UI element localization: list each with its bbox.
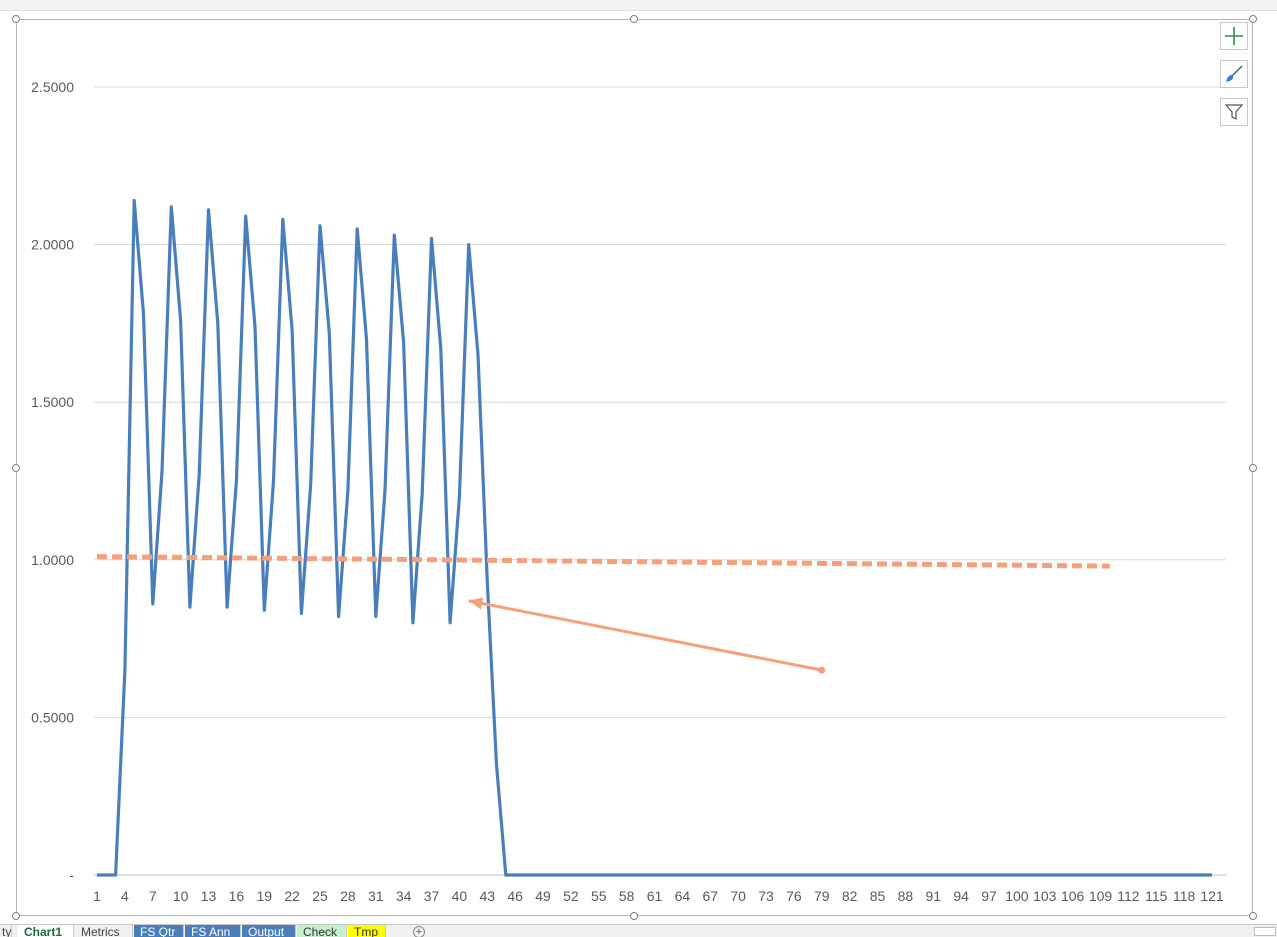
resize-handle-bottom-left[interactable]	[12, 912, 20, 920]
x-tick-label-24: 73	[758, 888, 774, 904]
chart-styles-brush-icon	[1226, 65, 1243, 82]
sheet-tab-check[interactable]: Check	[297, 925, 347, 937]
x-axis-tick-labels: 1 4 7 10 13 16 19 22 25 28 31 34 37 40 43 46 49 52 55 58 61 6…	[93, 888, 1224, 904]
sheet-tab-metrics[interactable]: Metrics	[75, 925, 133, 937]
x-tick-label-16: 49	[535, 888, 551, 904]
x-tick-label-30: 91	[925, 888, 941, 904]
x-tick-label-4: 13	[201, 888, 217, 904]
x-tick-label-37: 112	[1117, 888, 1140, 904]
y-tick-label-5: 2.5000	[31, 79, 74, 95]
sheet-tab-output[interactable]: Output	[242, 925, 296, 937]
x-tick-label-3: 10	[173, 888, 189, 904]
x-tick-label-18: 55	[591, 888, 607, 904]
horizontal-scroll-button[interactable]	[1254, 927, 1276, 936]
sheet-tab-tmp[interactable]: Tmp	[348, 925, 386, 937]
x-tick-label-29: 88	[898, 888, 914, 904]
annotation-arrow-0	[468, 599, 823, 672]
series-line-1	[96, 554, 1110, 569]
x-tick-label-13: 40	[452, 888, 468, 904]
sheet-tab-bar: ty Chart1 Metrics FS Qtr FS Ann Output C…	[0, 924, 1277, 937]
x-tick-label-15: 46	[507, 888, 523, 904]
chart-styles-button[interactable]	[1220, 60, 1248, 88]
y-tick-label-4: 2.0000	[31, 237, 74, 253]
sheet-tab-0[interactable]: ty	[0, 925, 12, 937]
x-tick-label-25: 76	[786, 888, 802, 904]
x-tick-label-31: 94	[953, 888, 969, 904]
x-tick-label-19: 58	[619, 888, 635, 904]
x-tick-label-20: 61	[647, 888, 663, 904]
x-tick-label-2: 7	[149, 888, 157, 904]
y-tick-label-1: 0.5000	[31, 709, 74, 725]
y-tick-label-3: 1.5000	[31, 394, 74, 410]
x-tick-label-22: 67	[702, 888, 718, 904]
annotation-arrow-tail-0	[818, 666, 826, 674]
y-tick-label-0: -	[69, 867, 74, 883]
x-tick-label-12: 37	[424, 888, 440, 904]
x-tick-label-23: 70	[730, 888, 746, 904]
annotations	[468, 597, 826, 674]
x-tick-label-39: 118	[1173, 888, 1196, 904]
x-tick-label-6: 19	[256, 888, 272, 904]
x-tick-label-5: 16	[229, 888, 245, 904]
x-tick-label-0: 1	[93, 888, 101, 904]
y-axis-tick-labels: - 0.5000 1.0000 1.5000 2.0000 2.5000	[31, 79, 74, 883]
add-sheet-icon[interactable]: +	[413, 926, 425, 937]
y-tick-label-2: 1.0000	[31, 552, 74, 568]
x-tick-label-1: 4	[121, 888, 129, 904]
x-tick-label-11: 34	[396, 888, 412, 904]
x-tick-label-36: 109	[1089, 888, 1113, 904]
series-line-0	[97, 198, 1212, 877]
x-tick-label-35: 106	[1061, 888, 1085, 904]
x-tick-label-33: 100	[1005, 888, 1029, 904]
chart-elements-button[interactable]	[1220, 22, 1248, 50]
resize-handle-top-left[interactable]	[12, 15, 20, 23]
x-tick-label-21: 64	[675, 888, 691, 904]
annotation-arrowhead-0	[468, 597, 484, 610]
line-chart: -0.50001.00001.50002.00002.5000 1 4 7 10 13 1…	[31, 79, 1226, 904]
x-tick-label-27: 82	[842, 888, 858, 904]
x-tick-label-40: 121	[1200, 888, 1224, 904]
chart-elements-icon	[1225, 27, 1243, 45]
x-tick-label-34: 103	[1033, 888, 1057, 904]
x-tick-label-7: 22	[284, 888, 300, 904]
series-lines	[96, 198, 1212, 877]
x-tick-label-26: 79	[814, 888, 830, 904]
x-tick-label-28: 85	[870, 888, 886, 904]
gridlines	[94, 86, 1226, 876]
chart-filters-button[interactable]	[1220, 98, 1248, 126]
x-tick-label-9: 28	[340, 888, 356, 904]
resize-handle-top-right[interactable]	[1249, 15, 1257, 23]
resize-handle-bottom-center[interactable]	[630, 912, 638, 920]
x-tick-label-8: 25	[312, 888, 328, 904]
x-tick-label-14: 43	[479, 888, 495, 904]
chart-filters-funnel-icon	[1224, 104, 1244, 120]
x-tick-label-17: 52	[563, 888, 579, 904]
x-tick-label-38: 115	[1145, 888, 1168, 904]
sheet-tab-fs-ann[interactable]: FS Ann	[185, 925, 241, 937]
resize-handle-middle-right[interactable]	[1249, 464, 1257, 472]
sheet-tab-chart1[interactable]: Chart1	[18, 925, 74, 937]
resize-handle-middle-left[interactable]	[12, 464, 20, 472]
resize-handle-bottom-right[interactable]	[1249, 912, 1257, 920]
x-tick-label-10: 31	[368, 888, 384, 904]
resize-handle-top-center[interactable]	[630, 15, 638, 23]
x-tick-label-32: 97	[981, 888, 997, 904]
sheet-tab-fs-qtr[interactable]: FS Qtr	[134, 925, 184, 937]
